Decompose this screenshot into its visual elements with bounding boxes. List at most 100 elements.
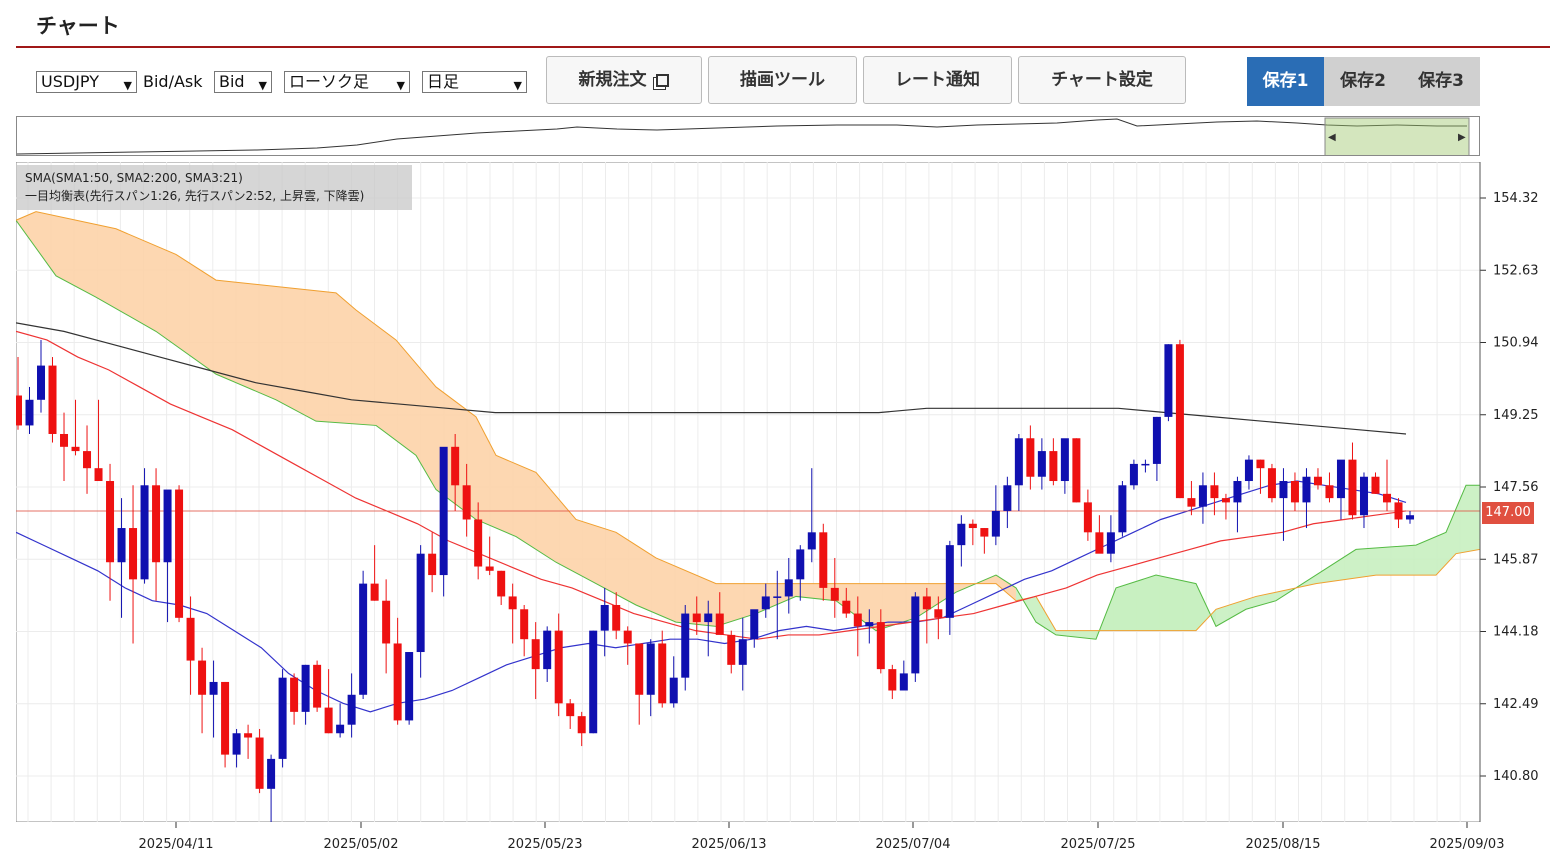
candle-body — [623, 630, 632, 644]
save-tab-1[interactable]: 保存1 — [1247, 57, 1324, 106]
candle-body — [290, 677, 299, 712]
candle-body — [658, 643, 667, 704]
candle-body — [267, 758, 276, 789]
candle-body — [497, 570, 506, 597]
symbol-select[interactable]: USDJPY ▼ — [36, 71, 137, 93]
candle-body — [600, 604, 609, 631]
candle-body — [1336, 459, 1345, 499]
candle-body — [1049, 451, 1058, 482]
candle-body — [232, 733, 241, 755]
x-tick-label: 2025/04/11 — [139, 837, 214, 852]
candle-body — [209, 681, 218, 695]
candle-body — [94, 468, 103, 482]
candle-body — [1095, 532, 1104, 554]
candle-body — [163, 489, 172, 563]
legend-ichimoku: 一目均衡表(先行スパン1:26, 先行スパン2:52, 上昇雲, 下降雲) — [25, 189, 365, 203]
y-tick-label: 144.18 — [1493, 625, 1539, 640]
candle-body — [129, 528, 138, 580]
period-select[interactable]: 日足 ▼ — [422, 71, 527, 93]
chevron-down-icon: ▼ — [258, 79, 267, 92]
candle-body — [543, 630, 552, 670]
candle-body — [566, 703, 575, 717]
candle-body — [1406, 515, 1414, 520]
candle-body — [485, 566, 494, 571]
bidask-label: Bid/Ask — [143, 72, 203, 91]
chevron-down-icon: ▼ — [396, 79, 405, 92]
drawing-tools-button[interactable]: 描画ツール — [708, 56, 857, 104]
y-tick-label: 145.87 — [1493, 552, 1539, 567]
bidask-select[interactable]: Bid ▼ — [214, 71, 272, 93]
candle-body — [922, 596, 931, 610]
x-tick-label: 2025/07/25 — [1061, 837, 1136, 852]
candle-body — [83, 451, 92, 469]
candle-body — [1371, 476, 1380, 494]
candle-body — [888, 669, 897, 691]
y-tick-label: 140.80 — [1493, 769, 1539, 784]
candle-body — [1187, 498, 1196, 507]
candle-body — [750, 609, 759, 640]
candle-body — [1325, 485, 1334, 499]
candle-body — [152, 485, 161, 563]
new-order-button[interactable]: 新規注文 — [546, 56, 702, 104]
candle-body — [324, 707, 333, 734]
candle-body — [899, 673, 908, 691]
candle-body — [635, 643, 644, 695]
page-title: チャート — [36, 14, 120, 38]
save-tab-3[interactable]: 保存3 — [1402, 57, 1480, 106]
candle-body — [1359, 476, 1368, 516]
candle-body — [1060, 438, 1069, 482]
candle-body — [393, 643, 402, 721]
candle-body — [37, 365, 46, 400]
navigator-line — [17, 118, 1467, 155]
candle-body — [301, 664, 310, 712]
candle-body — [186, 617, 195, 661]
candle-body — [175, 489, 184, 618]
current-price-tag: 147.00 — [1482, 502, 1534, 524]
navigator-strip[interactable]: ◀ ▶ — [16, 116, 1480, 156]
candle-body — [244, 733, 253, 738]
candle-body — [359, 583, 368, 695]
navigator-right-arrow: ▶ — [1458, 132, 1466, 143]
chart-type-select[interactable]: ローソク足 ▼ — [284, 71, 410, 93]
new-order-label: 新規注文 — [578, 70, 647, 90]
candle-body — [554, 630, 563, 704]
candle-body — [830, 587, 839, 601]
candle-body — [25, 399, 34, 426]
y-tick-label: 152.63 — [1493, 263, 1539, 278]
candle-body — [796, 549, 805, 580]
candle-body — [16, 395, 22, 426]
save-tab-2[interactable]: 保存2 — [1324, 57, 1402, 106]
chart-settings-button[interactable]: チャート設定 — [1018, 56, 1186, 104]
candlestick-chart[interactable] — [16, 162, 1480, 822]
candle-body — [462, 485, 471, 520]
candle-body — [1072, 438, 1081, 503]
symbol-value: USDJPY — [41, 72, 99, 91]
candle-body — [945, 545, 954, 618]
candle-body — [48, 365, 57, 434]
candle-body — [577, 716, 586, 734]
candle-body — [336, 724, 345, 734]
candle-body — [612, 604, 621, 631]
candle-body — [1083, 502, 1092, 533]
candle-body — [911, 596, 920, 674]
candle-body — [681, 613, 690, 678]
navigator-svg: ◀ ▶ — [17, 117, 1470, 155]
candle-body — [876, 622, 885, 670]
candle-body — [60, 433, 69, 447]
candle-body — [1003, 485, 1012, 511]
candle-body — [704, 613, 713, 623]
candle-body — [370, 583, 379, 601]
candle-body — [980, 528, 989, 537]
toolbar: USDJPY ▼ Bid/Ask Bid ▼ ローソク足 ▼ 日足 ▼ 新規注文… — [0, 56, 1563, 108]
candle-body — [1394, 502, 1403, 520]
candle-body — [1221, 498, 1230, 503]
x-tick-label: 2025/06/13 — [692, 837, 767, 852]
candle-body — [1348, 459, 1357, 516]
y-tick-label: 147.56 — [1493, 480, 1539, 495]
candle-body — [692, 613, 701, 623]
candle-body — [382, 600, 391, 644]
candle-body — [715, 613, 724, 635]
candle-body — [1164, 344, 1173, 417]
rate-alert-button[interactable]: レート通知 — [863, 56, 1012, 104]
candle-body — [416, 553, 425, 653]
